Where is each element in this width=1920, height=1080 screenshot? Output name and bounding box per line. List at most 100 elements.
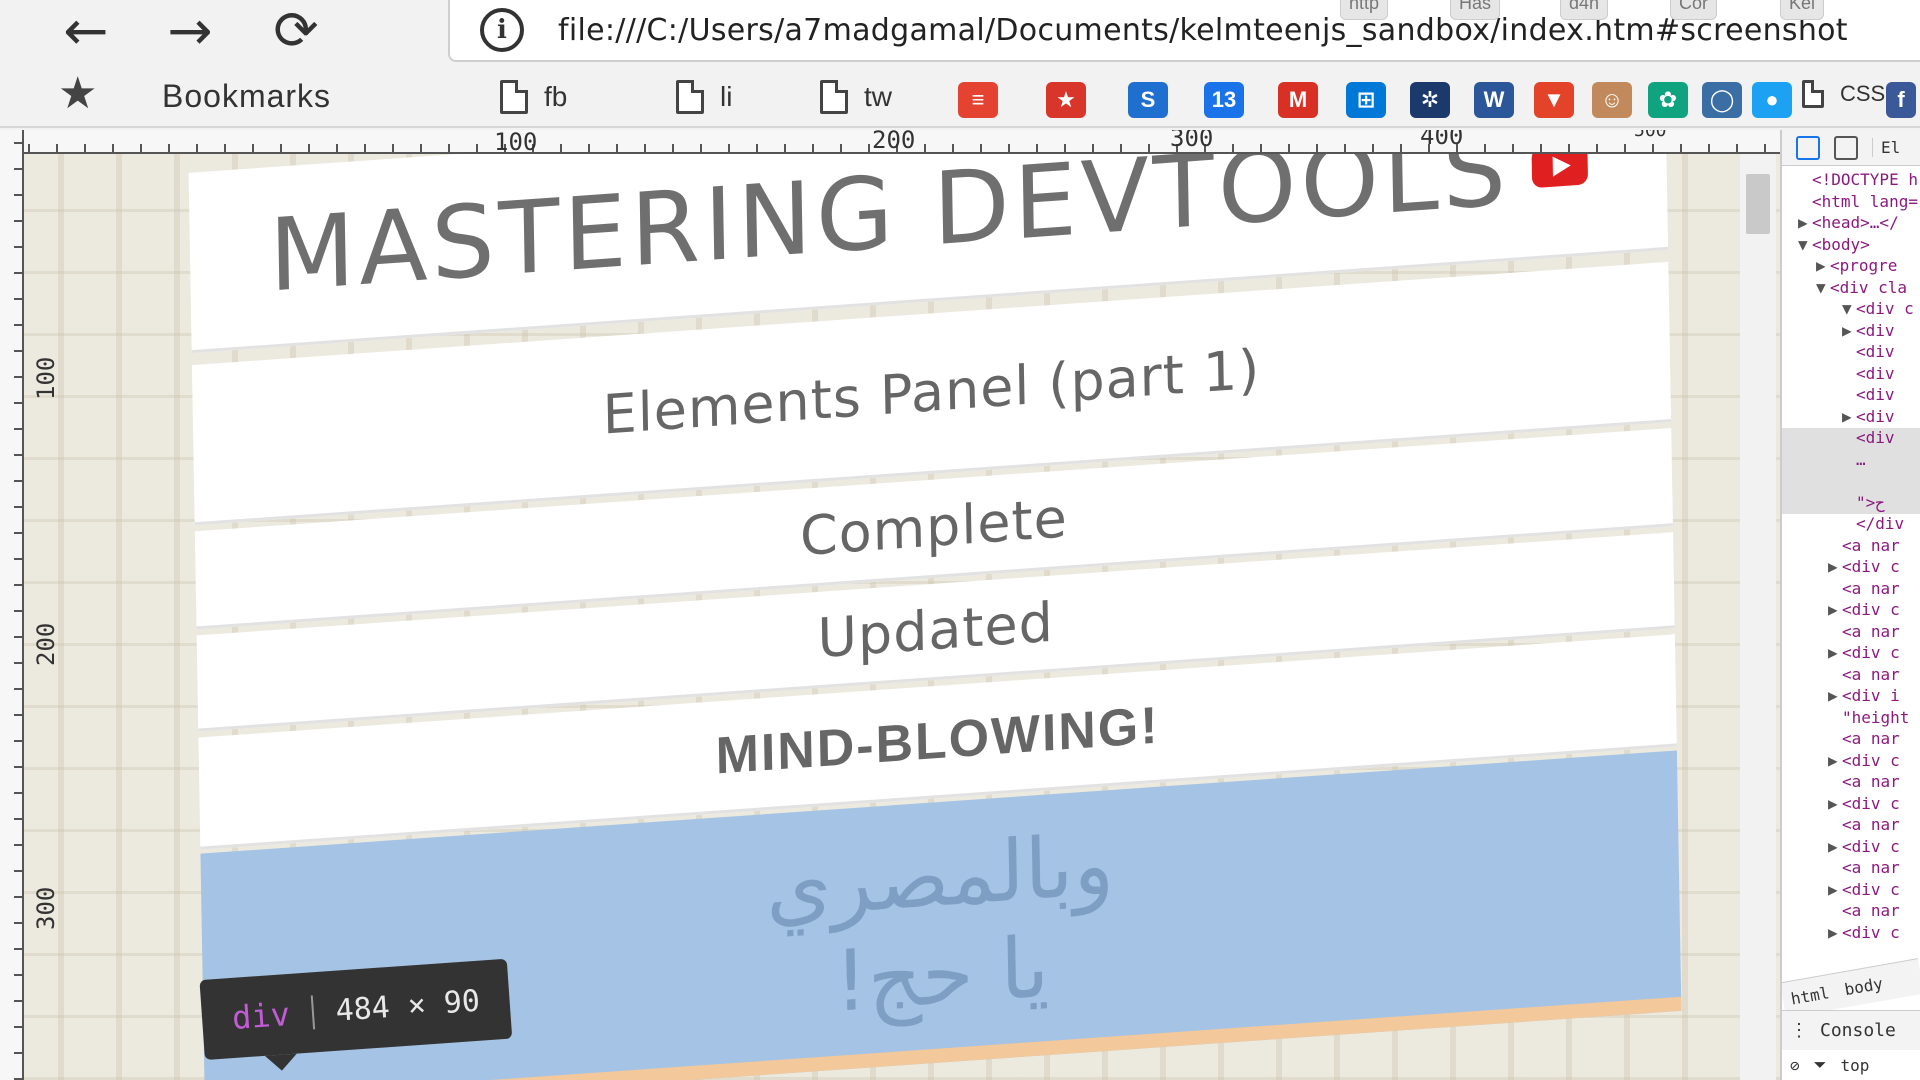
- dom-node-line[interactable]: <a nar: [1782, 729, 1920, 751]
- dom-node-line[interactable]: ▶ <div c: [1782, 794, 1920, 816]
- word-icon[interactable]: W: [1474, 82, 1514, 118]
- swirl-icon[interactable]: S: [1128, 82, 1168, 118]
- avatar-icon[interactable]: ☺: [1592, 82, 1632, 118]
- dom-node-line[interactable]: ▶ <div: [1782, 407, 1920, 429]
- bookmarks-label[interactable]: Bookmarks: [162, 78, 331, 115]
- dom-node-line[interactable]: ">ح: [1782, 492, 1920, 514]
- info-icon[interactable]: i: [480, 8, 524, 52]
- expanded-arrow-icon[interactable]: ▼: [1842, 299, 1856, 318]
- dom-node-line[interactable]: <!DOCTYPE h: [1782, 170, 1920, 192]
- collapsed-arrow-icon[interactable]: ▶: [1816, 256, 1830, 275]
- dom-node-line[interactable]: <a nar: [1782, 622, 1920, 644]
- dom-node-line[interactable]: <a nar: [1782, 815, 1920, 837]
- document-icon: [1802, 80, 1824, 108]
- calendar-icon[interactable]: 13: [1204, 82, 1244, 118]
- dom-node-line[interactable]: ▶ <div i: [1782, 686, 1920, 708]
- tab-cor[interactable]: Cor: [1670, 0, 1718, 20]
- dom-node-line[interactable]: ▶ <div c: [1782, 751, 1920, 773]
- collapsed-arrow-icon[interactable]: ▶: [1828, 557, 1842, 576]
- bookmark-tw[interactable]: tw: [820, 80, 892, 114]
- dom-node-text: <div c: [1842, 836, 1900, 856]
- tab-kel[interactable]: Kel: [1780, 0, 1825, 20]
- kebab-menu-icon[interactable]: ⋮: [1790, 1020, 1808, 1041]
- dom-node-line[interactable]: ▶ <head>…</: [1782, 213, 1920, 235]
- tab-d4n[interactable]: d4n: [1560, 0, 1609, 20]
- expanded-arrow-icon[interactable]: ▼: [1798, 235, 1812, 254]
- context-selector[interactable]: top: [1840, 1056, 1869, 1075]
- dom-node-line[interactable]: <a nar: [1782, 858, 1920, 880]
- windows-icon[interactable]: ⊞: [1346, 82, 1386, 118]
- dom-node-line[interactable]: "height: [1782, 708, 1920, 730]
- collapsed-arrow-icon[interactable]: ▶: [1828, 600, 1842, 619]
- chat-icon[interactable]: ◯: [1702, 82, 1742, 118]
- scroll-thumb[interactable]: [1746, 174, 1770, 234]
- dom-node-line[interactable]: <a nar: [1782, 536, 1920, 558]
- bookmark-fb[interactable]: fb: [500, 80, 567, 114]
- collapsed-arrow-icon[interactable]: ▶: [1842, 321, 1856, 340]
- clear-console-icon[interactable]: ⊘: [1790, 1056, 1800, 1075]
- ruler-label: 200: [872, 130, 916, 154]
- gmail-icon[interactable]: M: [1278, 82, 1318, 118]
- dom-node-line[interactable]: <a nar: [1782, 772, 1920, 794]
- crumb-html[interactable]: html: [1789, 983, 1830, 1008]
- tab-http[interactable]: http: [1340, 0, 1389, 20]
- dom-node-line[interactable]: ▶ <div: [1782, 321, 1920, 343]
- page-scrollbar[interactable]: [1740, 154, 1776, 1080]
- gitlab-icon[interactable]: ▼: [1534, 82, 1574, 118]
- crumb-body[interactable]: body: [1843, 974, 1884, 999]
- blue-dot-icon[interactable]: ●: [1752, 82, 1792, 118]
- dom-node-line[interactable]: ▶ <div c: [1782, 880, 1920, 902]
- dom-node-line[interactable]: <a nar: [1782, 901, 1920, 923]
- collapsed-arrow-icon[interactable]: ▶: [1828, 751, 1842, 770]
- dom-node-text: …: [1856, 449, 1866, 469]
- ruler-label: 300: [1170, 130, 1214, 152]
- dom-tree[interactable]: <!DOCTYPE h <html lang= ▶ <head>…</▼ <body> ▶…: [1782, 170, 1920, 944]
- collapsed-arrow-icon[interactable]: ▶: [1828, 794, 1842, 813]
- collapsed-arrow-icon[interactable]: ▶: [1798, 213, 1812, 232]
- collapsed-arrow-icon[interactable]: ▶: [1828, 686, 1842, 705]
- dom-node-line[interactable]: ▼ <div cla: [1782, 278, 1920, 300]
- dom-node-line[interactable]: <div: [1782, 342, 1920, 364]
- forward-button[interactable]: →: [150, 4, 230, 58]
- dom-node-line[interactable]: ▶ <progre: [1782, 256, 1920, 278]
- collapsed-arrow-icon[interactable]: ▶: [1828, 923, 1842, 942]
- collapsed-arrow-icon[interactable]: ▶: [1828, 880, 1842, 899]
- bookmark-css[interactable]: CSS: [1802, 80, 1885, 108]
- dom-node-line[interactable]: <div: [1782, 428, 1920, 450]
- dom-node-line[interactable]: <div: [1782, 364, 1920, 386]
- expanded-arrow-icon[interactable]: ▼: [1816, 278, 1830, 297]
- bookmark-li[interactable]: li: [676, 80, 732, 114]
- dom-node-line[interactable]: <div: [1782, 385, 1920, 407]
- tab-has[interactable]: Has: [1450, 0, 1501, 20]
- back-button[interactable]: ←: [46, 4, 126, 58]
- dom-node-line[interactable]: <html lang=: [1782, 192, 1920, 214]
- dom-node-line[interactable]: [1782, 471, 1920, 493]
- dom-node-line[interactable]: ▶ <div c: [1782, 923, 1920, 945]
- dom-node-line[interactable]: ▼ <body>: [1782, 235, 1920, 257]
- facebook-icon[interactable]: f: [1886, 82, 1916, 118]
- inspect-icon[interactable]: [1796, 135, 1820, 160]
- tab-elements[interactable]: El: [1872, 138, 1900, 157]
- collapsed-arrow-icon[interactable]: ▶: [1828, 643, 1842, 662]
- star-app-icon[interactable]: ★: [1046, 82, 1086, 118]
- collapsed-arrow-icon[interactable]: ▶: [1842, 407, 1856, 426]
- dom-node-line[interactable]: ▶ <div c: [1782, 837, 1920, 859]
- reload-button[interactable]: ⟳: [256, 4, 336, 58]
- tab-console[interactable]: Console: [1820, 1020, 1896, 1041]
- star-icon[interactable]: ★: [58, 72, 97, 116]
- ruler-label: 400: [1420, 130, 1464, 150]
- dom-node-line[interactable]: …: [1782, 449, 1920, 471]
- dom-node-line[interactable]: </div: [1782, 514, 1920, 536]
- dom-node-line[interactable]: ▶ <div c: [1782, 643, 1920, 665]
- dom-node-line[interactable]: <a nar: [1782, 665, 1920, 687]
- openai-icon[interactable]: ✿: [1648, 82, 1688, 118]
- tree-icon[interactable]: ✲: [1410, 82, 1450, 118]
- device-toggle-icon[interactable]: [1834, 135, 1858, 160]
- dom-node-line[interactable]: ▶ <div c: [1782, 600, 1920, 622]
- collapsed-arrow-icon[interactable]: ▶: [1828, 837, 1842, 856]
- dom-node-line[interactable]: <a nar: [1782, 579, 1920, 601]
- dom-node-line[interactable]: ▼ <div c: [1782, 299, 1920, 321]
- filter-icon[interactable]: ⏷: [1814, 1055, 1827, 1075]
- dom-node-line[interactable]: ▶ <div c: [1782, 557, 1920, 579]
- todoist-icon[interactable]: ≡: [958, 82, 998, 118]
